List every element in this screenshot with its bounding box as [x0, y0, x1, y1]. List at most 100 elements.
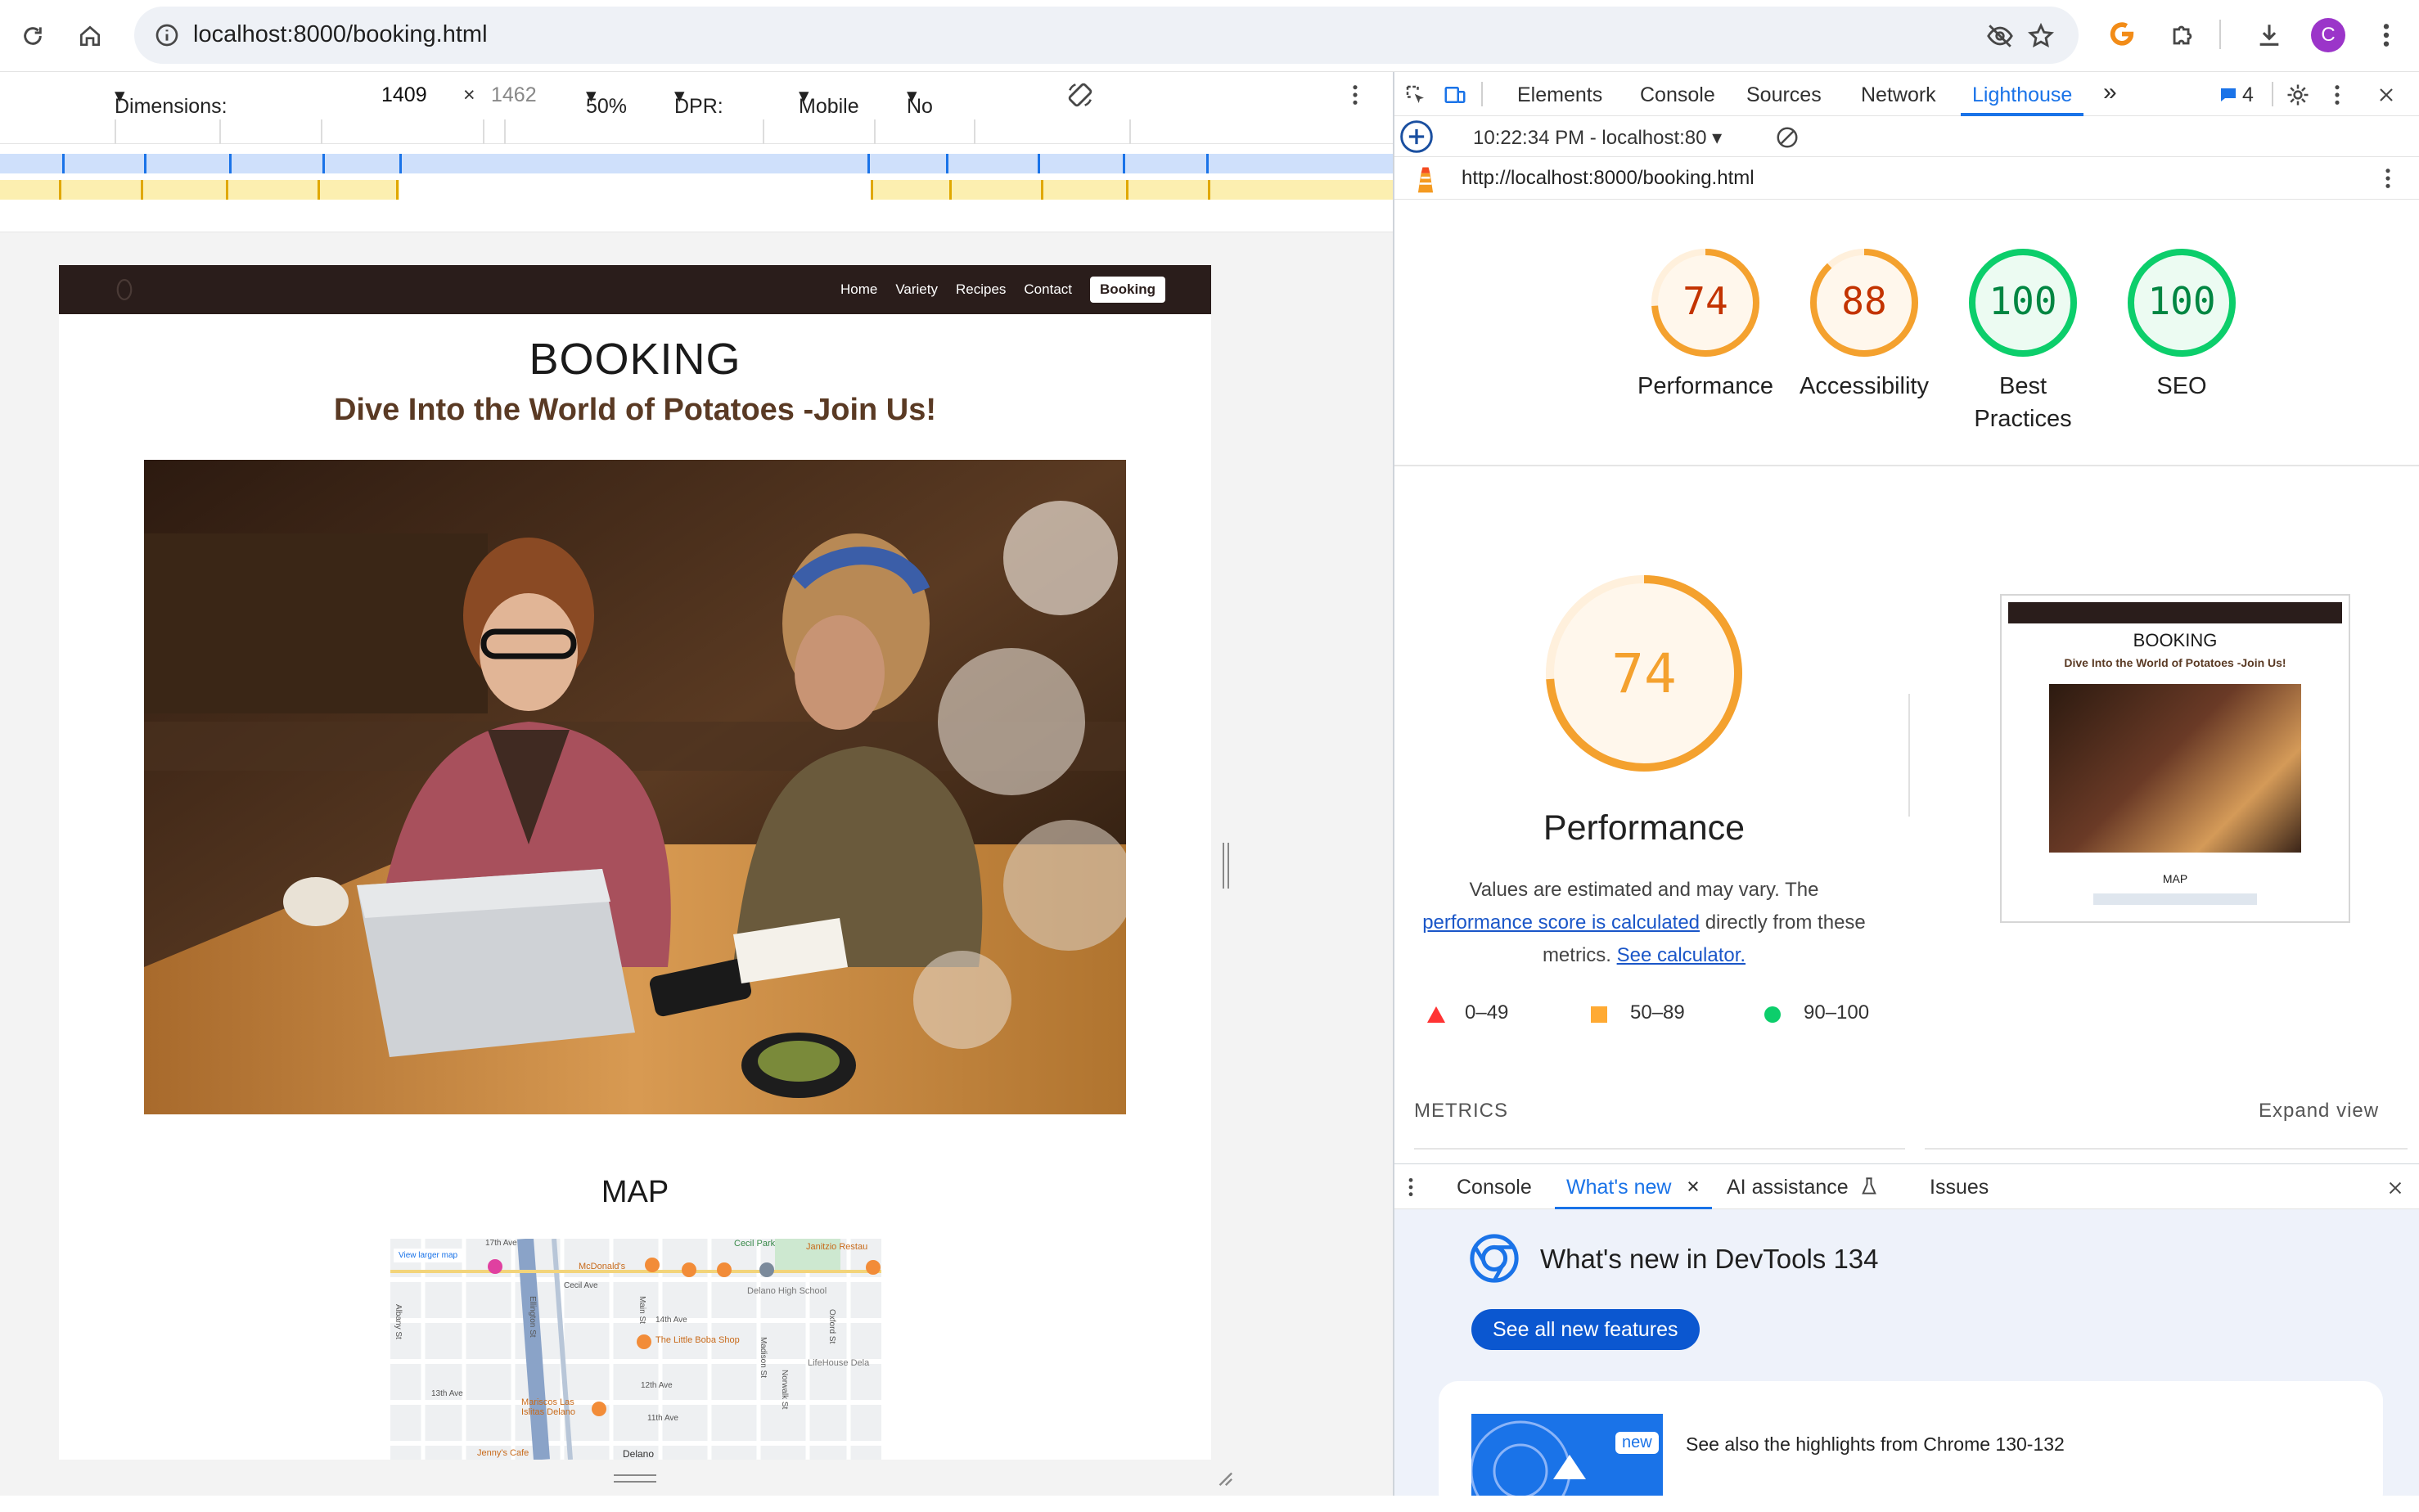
nav-link-contact[interactable]: Contact: [1024, 281, 1072, 298]
performance-gauge-large: 74: [1542, 571, 1746, 776]
mq-tick: [318, 180, 320, 200]
tab-console[interactable]: Console: [1640, 83, 1715, 107]
page-subtitle: Dive Into the World of Potatoes -Join Us…: [333, 393, 937, 427]
tab-sources[interactable]: Sources: [1746, 83, 1822, 107]
rotate-icon[interactable]: [1064, 79, 1097, 111]
site-logo-icon[interactable]: [113, 277, 136, 303]
more-tabs-icon[interactable]: »: [2103, 79, 2117, 106]
see-calculator-link[interactable]: See calculator.: [1617, 944, 1746, 966]
lighthouse-toolbar: 10:22:34 PM - localhost:80 ▾: [1394, 116, 2419, 157]
kebab-menu-icon[interactable]: [2373, 18, 2399, 52]
dpr-dropdown[interactable]: DPR: 2.0 ▾: [674, 83, 723, 142]
embedded-map[interactable]: View larger map 17th Ave Cecil Park Jani…: [390, 1239, 881, 1460]
gauge-ring: 100: [1969, 249, 2077, 357]
close-tab-icon[interactable]: [1684, 1177, 1702, 1195]
mq-tick: [1126, 180, 1128, 200]
device-toggle-icon[interactable]: [1440, 80, 1470, 110]
new-badge: new: [1615, 1432, 1659, 1454]
device-type-dropdown[interactable]: Mobile ▾: [799, 83, 859, 118]
score-legend: 0–49 50–89 90–100: [1427, 1001, 1885, 1034]
tab-lighthouse[interactable]: Lighthouse: [1972, 83, 2072, 107]
nav-link-home[interactable]: Home: [840, 281, 877, 298]
address-bar[interactable]: localhost:8000/booking.html: [134, 7, 2079, 64]
site-info-icon[interactable]: [152, 20, 182, 50]
nav-link-booking[interactable]: Booking: [1090, 277, 1165, 303]
extension-orange-icon[interactable]: [2105, 18, 2139, 52]
whats-new-title: What's new in DevTools 134: [1540, 1244, 1879, 1274]
flask-icon: [1859, 1176, 1879, 1197]
report-url[interactable]: http://localhost:8000/booking.html: [1462, 167, 1755, 190]
devtools-panel: Elements Console Sources Network Lightho…: [1393, 72, 2419, 1512]
whats-new-panel: What's new in DevTools 134 See all new f…: [1394, 1209, 2419, 1512]
nav-link-variety[interactable]: Variety: [895, 281, 938, 298]
score-seo[interactable]: 100 SEO: [2108, 245, 2255, 403]
resize-handle-right[interactable]: [1223, 843, 1229, 889]
url-text: localhost:8000/booking.html: [193, 21, 488, 47]
devtools-tabbar: Elements Console Sources Network Lightho…: [1394, 72, 2419, 116]
inspect-element-icon[interactable]: [1401, 80, 1430, 110]
close-devtools-icon[interactable]: [2372, 80, 2401, 110]
throttling-dropdown[interactable]: No throttling ▾: [907, 83, 985, 142]
resize-handle-bottom[interactable]: [614, 1474, 656, 1483]
puzzle-icon[interactable]: [2165, 18, 2200, 52]
device-toolbar-more-icon[interactable]: [1347, 80, 1363, 110]
score-accessibility[interactable]: 88 Accessibility: [1791, 245, 1938, 403]
hero-photo: [144, 460, 1126, 1114]
gauge-value: 100: [1989, 279, 2056, 323]
media-query-bars: [0, 119, 1393, 232]
highlights-card[interactable]: new See also the highlights from Chrome …: [1439, 1381, 2383, 1512]
score-calculated-link[interactable]: performance score is calculated: [1422, 911, 1700, 934]
download-icon[interactable]: [2252, 18, 2286, 52]
issues-count[interactable]: 4: [2242, 83, 2254, 107]
tab-network[interactable]: Network: [1861, 83, 1936, 107]
issues-badge-icon[interactable]: [2216, 83, 2241, 106]
drawer-menu-icon[interactable]: [1403, 1174, 1419, 1200]
final-screenshot-thumbnail[interactable]: BOOKING Dive Into the World of Potatoes …: [2000, 594, 2350, 923]
drawer-tab-whats-new[interactable]: What's new: [1566, 1176, 1671, 1199]
height-input[interactable]: 1462: [484, 77, 566, 113]
eye-off-icon[interactable]: [1984, 20, 2016, 52]
toolbar-divider: [2219, 20, 2221, 49]
nav-link-recipes[interactable]: Recipes: [956, 281, 1006, 298]
home-icon[interactable]: [74, 20, 106, 52]
map-heading: MAP: [601, 1175, 669, 1209]
thumbnail-map: [2093, 893, 2257, 905]
tab-elements[interactable]: Elements: [1517, 83, 1602, 107]
report-selector[interactable]: 10:22:34 PM - localhost:80 ▾: [1473, 126, 1722, 150]
profile-avatar[interactable]: C: [2311, 18, 2345, 52]
expand-view-button[interactable]: Expand view: [2259, 1100, 2379, 1123]
view-larger-map-link[interactable]: View larger map: [394, 1249, 463, 1262]
mq-tick: [141, 180, 143, 200]
zoom-dropdown[interactable]: 50% ▾: [586, 83, 627, 118]
drawer-tab-console[interactable]: Console: [1457, 1176, 1532, 1199]
width-input[interactable]: 1409: [375, 77, 457, 113]
star-icon[interactable]: [2025, 20, 2057, 52]
score-performance[interactable]: 74 Performance: [1632, 245, 1779, 403]
mq-tick: [144, 154, 146, 173]
devtools-menu-icon[interactable]: [2327, 80, 2347, 110]
report-menu-icon[interactable]: [2378, 164, 2398, 193]
gauge-ring: 74: [1651, 249, 1759, 357]
max-width-query-bar[interactable]: [0, 154, 1393, 173]
section-divider: [1394, 465, 2419, 466]
close-drawer-icon[interactable]: [2383, 1176, 2408, 1200]
settings-gear-icon[interactable]: [2283, 80, 2313, 110]
media-query-ruler: [0, 119, 1393, 144]
clear-reports-icon[interactable]: [1773, 123, 1802, 152]
dimensions-dropdown[interactable]: Dimensions: Responsive ▾: [115, 83, 227, 142]
score-best-practices[interactable]: 100 Best Practices: [1949, 245, 2097, 435]
resize-corner-icon[interactable]: [1214, 1468, 1234, 1487]
drawer-tab-issues[interactable]: Issues: [1930, 1176, 1989, 1199]
mq-tick: [59, 180, 61, 200]
mq-tick: [1038, 154, 1040, 173]
thumbnail-photo: [2049, 684, 2301, 853]
gauge-ring: 100: [2128, 249, 2236, 357]
new-report-icon[interactable]: [1398, 118, 1435, 155]
see-all-features-button[interactable]: See all new features: [1471, 1309, 1700, 1350]
site-navbar: Home Variety Recipes Contact Booking: [59, 265, 1211, 314]
mq-tick: [949, 180, 952, 200]
reload-icon[interactable]: [16, 20, 49, 52]
drawer-tab-ai-assistance[interactable]: AI assistance: [1727, 1176, 1849, 1199]
mq-tick: [946, 154, 948, 173]
mq-tick: [399, 154, 402, 173]
